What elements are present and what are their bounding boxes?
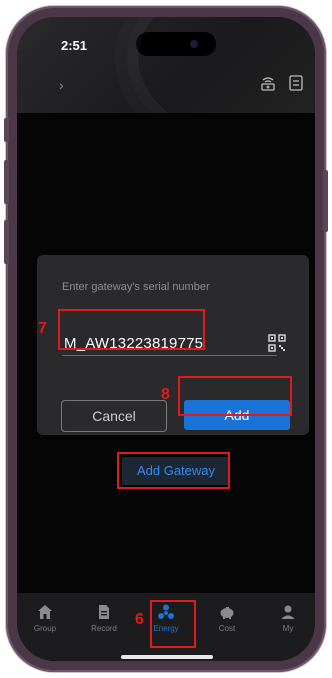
- step-6-marker: 6: [135, 611, 144, 628]
- list-icon[interactable]: [287, 74, 305, 92]
- status-time: 2:51: [61, 38, 88, 53]
- chevron-right-icon[interactable]: ›: [59, 77, 64, 93]
- tab-label: Cost: [218, 624, 236, 633]
- step-8-marker: 8: [161, 386, 170, 403]
- tab-record[interactable]: Record: [79, 603, 129, 633]
- cancel-button[interactable]: Cancel: [61, 400, 167, 432]
- add-button-highlight-box: [178, 376, 292, 416]
- dialog-title: Enter gateway's serial number: [62, 281, 210, 293]
- home-indicator: [121, 655, 213, 659]
- tab-group[interactable]: Group: [20, 603, 70, 633]
- add-gateway-highlight-box: [117, 452, 230, 489]
- piggy-bank-icon: [220, 607, 234, 619]
- tab-label: Record: [91, 624, 117, 633]
- tab-label: My: [282, 624, 294, 633]
- tab-cost[interactable]: Cost: [202, 603, 252, 633]
- serial-highlight-box: [58, 309, 205, 350]
- tab-label: Group: [33, 624, 57, 633]
- qr-code-icon[interactable]: [268, 334, 286, 352]
- document-icon: [99, 605, 109, 619]
- home-icon: [38, 605, 52, 619]
- side-button: [4, 160, 9, 204]
- tab-my[interactable]: My: [263, 603, 313, 633]
- dynamic-island: [136, 32, 216, 56]
- side-button: [4, 220, 9, 264]
- side-button: [4, 118, 9, 142]
- app-header: 2:51 ›: [17, 17, 315, 139]
- add-gateway-icon[interactable]: [259, 74, 277, 92]
- step-7-marker: 7: [38, 320, 47, 337]
- user-icon: [281, 605, 295, 619]
- energy-tab-highlight-box: [150, 600, 196, 648]
- side-button: [323, 170, 328, 232]
